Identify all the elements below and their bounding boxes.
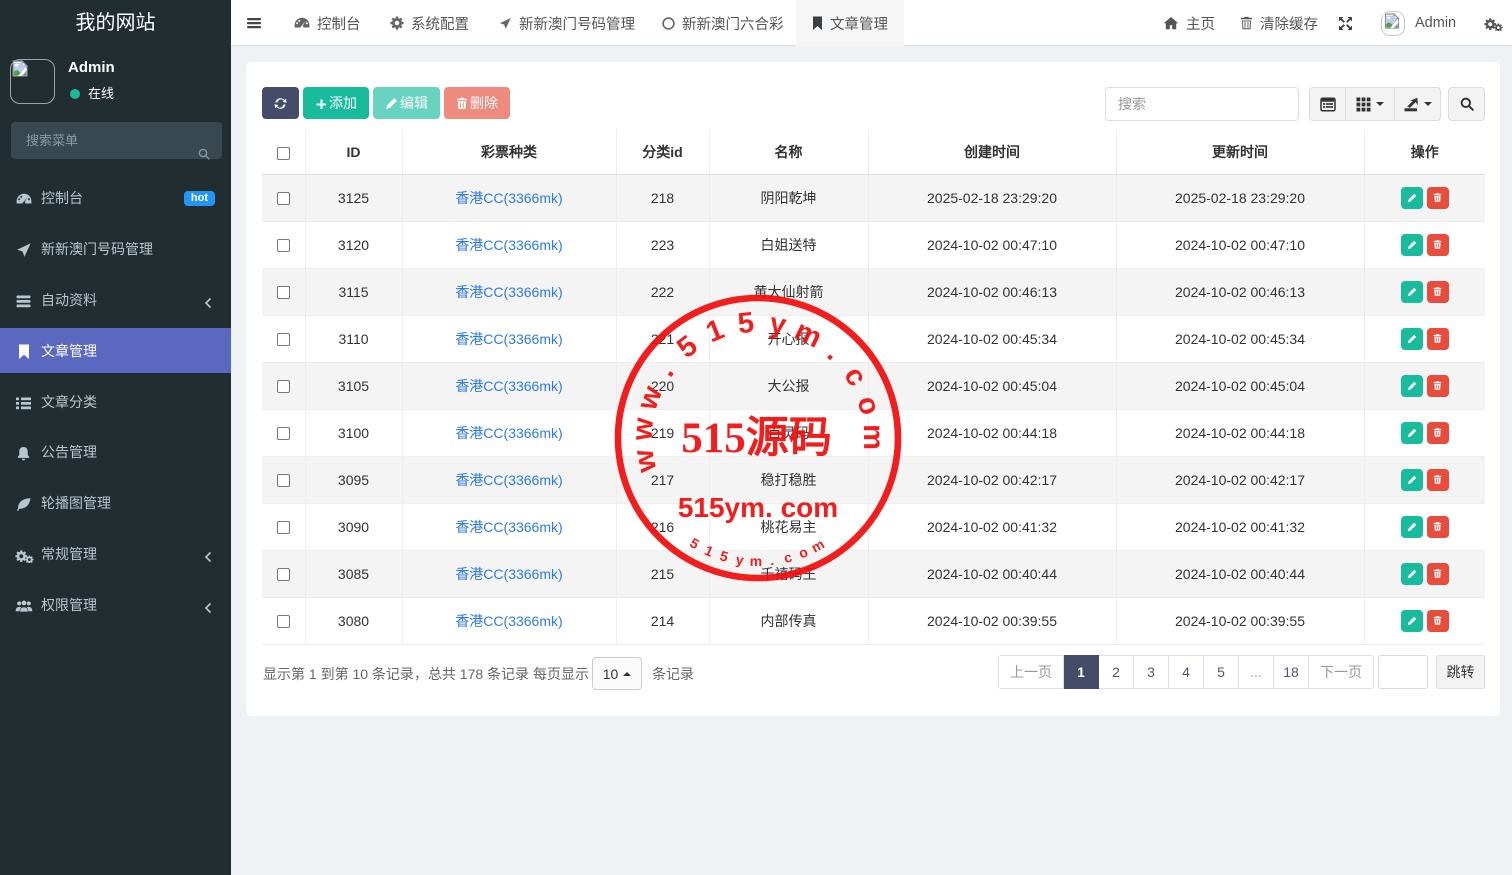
- svg-text:w: w: [631, 381, 669, 415]
- svg-text:m: m: [750, 553, 763, 569]
- svg-text:m: m: [790, 314, 827, 354]
- svg-text:5: 5: [736, 307, 755, 341]
- svg-text:515ym. com: 515ym. com: [678, 492, 838, 523]
- svg-text:1: 1: [702, 313, 729, 349]
- svg-text:5: 5: [718, 547, 730, 565]
- svg-text:w: w: [626, 416, 660, 442]
- svg-text:5: 5: [687, 535, 702, 553]
- svg-text:y: y: [767, 308, 788, 342]
- svg-text:m: m: [857, 424, 889, 450]
- svg-text:c: c: [837, 361, 873, 392]
- svg-text:c: c: [782, 549, 794, 566]
- svg-text:1: 1: [702, 542, 716, 560]
- svg-text:.: .: [821, 338, 848, 367]
- svg-text:w: w: [627, 446, 663, 476]
- svg-text:5: 5: [671, 330, 703, 365]
- svg-text:y: y: [735, 551, 745, 568]
- svg-text:.: .: [769, 552, 775, 568]
- svg-text:515源码: 515源码: [681, 414, 832, 462]
- svg-text:.: .: [650, 357, 681, 382]
- svg-text:o: o: [796, 543, 810, 561]
- svg-text:m: m: [808, 536, 827, 556]
- svg-text:o: o: [850, 393, 886, 419]
